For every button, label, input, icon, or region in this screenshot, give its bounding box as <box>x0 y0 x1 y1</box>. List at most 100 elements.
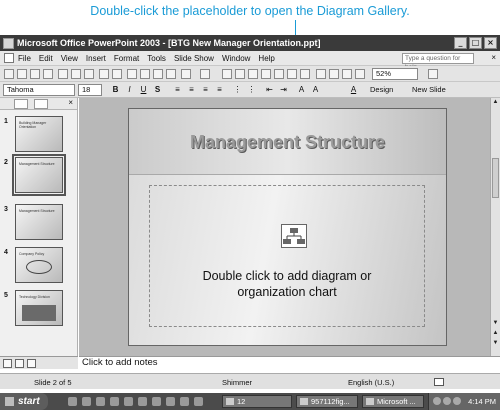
pane-close-icon[interactable]: × <box>68 98 73 107</box>
spelling-icon[interactable] <box>99 69 109 79</box>
align-center-icon[interactable]: ≡ <box>186 84 197 96</box>
underline-icon[interactable]: U <box>138 84 149 96</box>
previous-slide-icon[interactable]: ▲ <box>491 329 500 338</box>
design-button[interactable]: Design <box>370 85 393 94</box>
new-slide-button[interactable]: New Slide <box>412 85 446 94</box>
permission-icon[interactable] <box>43 69 53 79</box>
insert-chart-icon[interactable] <box>274 69 284 79</box>
normal-view-icon[interactable] <box>3 359 12 368</box>
diagram-placeholder[interactable]: Double click to add diagram or organizat… <box>149 185 425 327</box>
align-right-icon[interactable]: ≡ <box>200 84 211 96</box>
insert-picture-icon[interactable] <box>355 69 365 79</box>
slide-thumbnail-4[interactable]: 4 Company Policy <box>0 247 78 287</box>
bullets-icon[interactable]: ⋮ <box>246 84 257 96</box>
menu-edit[interactable]: Edit <box>39 54 53 63</box>
color-grayscale-icon[interactable] <box>342 69 352 79</box>
menu-view[interactable]: View <box>61 54 78 63</box>
menu-tools[interactable]: Tools <box>147 54 166 63</box>
taskbar-item-figure[interactable]: 957112fig... <box>296 395 358 408</box>
notes-pane[interactable]: Click to add notes <box>79 356 500 369</box>
new-icon[interactable] <box>4 69 14 79</box>
research-icon[interactable] <box>112 69 122 79</box>
open-icon[interactable] <box>17 69 27 79</box>
outline-tab[interactable] <box>14 99 28 109</box>
italic-icon[interactable]: I <box>124 84 135 96</box>
slide-thumbnail-5[interactable]: 5 Technology Division <box>0 290 78 330</box>
quicklaunch-word-icon[interactable] <box>124 397 133 406</box>
font-size-select[interactable]: 18 <box>78 84 102 96</box>
quicklaunch-access-icon[interactable] <box>180 397 189 406</box>
minimize-icon[interactable]: _ <box>454 37 467 49</box>
help-icon[interactable] <box>428 69 438 79</box>
tray-icon[interactable] <box>433 397 441 405</box>
font-color-icon[interactable]: A <box>348 84 359 96</box>
scroll-thumb[interactable] <box>492 158 499 198</box>
justify-icon[interactable]: ≡ <box>214 84 225 96</box>
shadow-icon[interactable]: S <box>152 84 163 96</box>
chart-icon[interactable] <box>222 69 232 79</box>
quicklaunch-media-icon[interactable] <box>110 397 119 406</box>
hyperlink-icon[interactable] <box>287 69 297 79</box>
expand-all-icon[interactable] <box>300 69 310 79</box>
increase-font-icon[interactable]: A <box>296 84 307 96</box>
help-search-input[interactable]: Type a question for help <box>402 53 474 71</box>
scroll-down-icon[interactable]: ▼ <box>491 319 500 328</box>
increase-indent-icon[interactable]: ⇥ <box>278 84 289 96</box>
print-preview-icon[interactable] <box>84 69 94 79</box>
email-icon[interactable] <box>58 69 68 79</box>
align-left-icon[interactable]: ≡ <box>172 84 183 96</box>
table-icon[interactable] <box>235 69 245 79</box>
menu-window[interactable]: Window <box>222 54 250 63</box>
next-slide-icon[interactable]: ▼ <box>491 339 500 348</box>
menu-insert[interactable]: Insert <box>86 54 106 63</box>
slide-title[interactable]: Management Structure <box>129 132 446 153</box>
copy-icon[interactable] <box>140 69 150 79</box>
slide-sorter-icon[interactable] <box>15 359 24 368</box>
show-formatting-icon[interactable] <box>316 69 326 79</box>
print-icon[interactable] <box>71 69 81 79</box>
close-icon[interactable]: × <box>484 37 497 49</box>
menu-slide-show[interactable]: Slide Show <box>174 54 214 63</box>
slide-thumbnail-2[interactable]: 2 Management Structure <box>0 154 78 197</box>
format-painter-icon[interactable] <box>166 69 176 79</box>
menu-file[interactable]: File <box>18 54 31 63</box>
maximize-icon[interactable]: □ <box>469 37 482 49</box>
diagram-icon[interactable] <box>281 224 307 248</box>
decrease-indent-icon[interactable]: ⇤ <box>264 84 275 96</box>
quicklaunch-outlook-icon[interactable] <box>82 397 91 406</box>
quicklaunch-outlook2-icon[interactable] <box>166 397 175 406</box>
insert-table-icon[interactable] <box>261 69 271 79</box>
decrease-font-icon[interactable]: A <box>310 84 321 96</box>
slide-canvas[interactable]: Management Structure Double click to add… <box>128 108 447 346</box>
taskbar-item-folder[interactable]: 12 <box>222 395 292 408</box>
save-icon[interactable] <box>30 69 40 79</box>
menu-format[interactable]: Format <box>114 54 139 63</box>
tables-borders-icon[interactable] <box>248 69 258 79</box>
numbering-icon[interactable]: ⋮ <box>232 84 243 96</box>
bold-icon[interactable]: B <box>110 84 121 96</box>
vertical-scrollbar[interactable]: ▲ ▼ ▲ ▼ <box>490 98 500 356</box>
clock[interactable]: 4:14 PM <box>468 397 496 406</box>
redo-icon[interactable] <box>200 69 210 79</box>
volume-icon[interactable] <box>453 397 461 405</box>
font-name-select[interactable]: Tahoma <box>3 84 75 96</box>
slides-tab[interactable] <box>34 99 48 109</box>
start-button[interactable]: start <box>0 393 48 410</box>
document-icon[interactable] <box>4 53 14 63</box>
undo-icon[interactable] <box>181 69 191 79</box>
zoom-select[interactable]: 52% <box>372 68 418 80</box>
menu-help[interactable]: Help <box>258 54 274 63</box>
tray-icon[interactable] <box>443 397 451 405</box>
quicklaunch-powerpoint-icon[interactable] <box>152 397 161 406</box>
grid-icon[interactable] <box>329 69 339 79</box>
slide-thumbnail-3[interactable]: 3 Management Structure <box>0 204 78 244</box>
slide-thumbnail-1[interactable]: 1 Building Manager Orientation <box>0 116 78 156</box>
taskbar-item-powerpoint[interactable]: Microsoft ... <box>362 395 424 408</box>
scroll-up-icon[interactable]: ▲ <box>491 98 500 107</box>
quicklaunch-excel-icon[interactable] <box>138 397 147 406</box>
title-bar[interactable]: Microsoft Office PowerPoint 2003 - [BTG … <box>0 35 500 51</box>
quicklaunch-folder-icon[interactable] <box>194 397 203 406</box>
quicklaunch-ie-icon[interactable] <box>68 397 77 406</box>
document-close-icon[interactable]: × <box>491 53 496 62</box>
slide-show-icon[interactable] <box>27 359 36 368</box>
